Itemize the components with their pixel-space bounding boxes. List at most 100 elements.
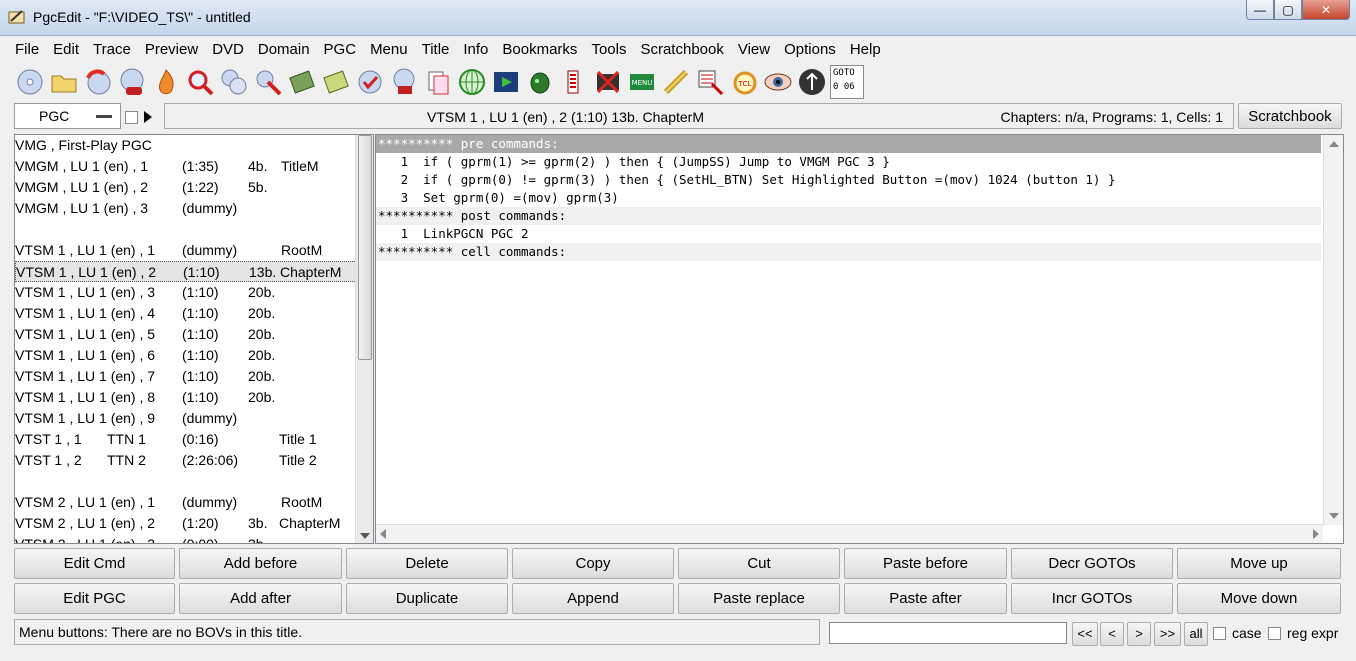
pgc-list-row[interactable]: VTSM 1 , LU 1 (en) , 6 (1:10) 20b. [15,345,373,366]
minimize-button[interactable]: — [1246,0,1274,20]
decr-gotos-button[interactable]: Decr GOTOs [1011,548,1173,579]
cut-button[interactable]: Cut [678,548,840,579]
move-up-button[interactable]: Move up [1177,548,1341,579]
toggle-checkbox[interactable] [125,110,138,124]
pgc-list-row[interactable]: VTST 1 , 2 TTN 2 (2:26:06) Title 2 [15,450,373,471]
command-line[interactable]: 1 if ( gprm(1) >= gprm(2) ) then { (Jump… [376,153,1321,171]
new-disc-icon[interactable] [116,66,148,98]
menu-help[interactable]: Help [843,41,888,58]
command-line[interactable]: 2 if ( gprm(0) != gprm(3) ) then { (SetH… [376,171,1321,189]
case-option[interactable]: case [1213,625,1262,641]
last-match-button[interactable]: >> [1154,622,1181,646]
paste-before-button[interactable]: Paste before [844,548,1007,579]
pgc-list-row[interactable]: VMGM , LU 1 (en) , 3 (dummy) [15,198,373,219]
list-icon[interactable] [558,66,590,98]
multi-disc-icon[interactable] [218,66,250,98]
pgc-list-row[interactable]: VTSM 1 , LU 1 (en) , 4 (1:10) 20b. [15,303,373,324]
pgc-list-row[interactable]: VTSM 1 , LU 1 (en) , 7 (1:10) 20b. [15,366,373,387]
pgc-list[interactable]: VMG , First-Play PGC VMGM , LU 1 (en) , 1… [14,134,374,544]
regex-option[interactable]: reg expr [1268,625,1338,641]
paste-replace-button[interactable]: Paste replace [678,583,840,614]
menu-bookmarks[interactable]: Bookmarks [495,41,584,58]
eye-icon[interactable] [762,66,794,98]
regex-checkbox[interactable] [1268,626,1281,640]
scroll-left-icon[interactable] [380,529,386,539]
add-before-button[interactable]: Add before [179,548,342,579]
menu-icon[interactable]: MENU [626,66,658,98]
undo-disc-icon[interactable] [82,66,114,98]
goto-indicator[interactable]: GOTO 0 06 [830,65,864,99]
menu-file[interactable]: File [8,41,46,58]
pgc-list-row[interactable]: VTSM 1 , LU 1 (en) , 8 (1:10) 20b. [15,387,373,408]
pgc-list-row[interactable]: VMG , First-Play PGC [15,135,373,156]
bug-icon[interactable] [524,66,556,98]
pgc-list-row[interactable]: VTSM 2 , LU 1 (en) , 2 (1:20) 3b. ChapterM [15,513,373,534]
copy-button[interactable]: Copy [512,548,674,579]
jump-icon[interactable] [796,66,828,98]
prev-match-button[interactable]: < [1100,622,1124,646]
command-section-header[interactable]: ********** post commands: [376,207,1321,225]
menu-options[interactable]: Options [777,41,843,58]
copy-icon[interactable] [422,66,454,98]
pgc-list-row[interactable]: VTSM 2 , LU 1 (en) , 3 (0:00) 3b. [15,534,373,543]
add-after-button[interactable]: Add after [179,583,342,614]
menu-trace[interactable]: Trace [86,41,138,58]
play-film-icon[interactable] [490,66,522,98]
command-section-header[interactable]: ********** cell commands: [376,243,1321,261]
scroll-down-icon[interactable] [1329,513,1339,519]
scroll-right-icon[interactable] [1313,529,1319,539]
command-pane[interactable]: ********** pre commands: 1 if ( gprm(1) … [375,134,1344,544]
menu-edit[interactable]: Edit [46,41,86,58]
incr-gotos-button[interactable]: Incr GOTOs [1011,583,1173,614]
pgc-select[interactable]: PGC [14,103,121,129]
search-input[interactable] [829,622,1067,644]
move-down-button[interactable]: Move down [1177,583,1341,614]
pgc-list-row[interactable]: VTSM 1 , LU 1 (en) , 9 (dummy) [15,408,373,429]
case-checkbox[interactable] [1213,626,1226,640]
disc-count-icon[interactable] [388,66,420,98]
zoom-icon[interactable] [184,66,216,98]
globe-icon[interactable] [456,66,488,98]
duplicate-button[interactable]: Duplicate [346,583,508,614]
pgc-list-row[interactable]: VMGM , LU 1 (en) , 2 (1:22) 5b. [15,177,373,198]
menu-title[interactable]: Title [415,41,457,58]
menu-scratchbook[interactable]: Scratchbook [633,41,730,58]
pgc-list-row[interactable]: VTSM 2 , LU 1 (en) , 1 (dummy) RootM [15,492,373,513]
command-pane-vscrollbar[interactable] [1323,135,1343,525]
pgc-list-row[interactable] [15,471,373,492]
menu-preview[interactable]: Preview [138,41,205,58]
menu-menu[interactable]: Menu [363,41,415,58]
pgc-list-scrollbar[interactable] [355,135,373,543]
maximize-button[interactable]: ▢ [1274,0,1302,20]
command-pane-hscrollbar[interactable] [376,524,1323,543]
menu-dvd[interactable]: DVD [205,41,251,58]
paste-after-button[interactable]: Paste after [844,583,1007,614]
pgc-list-row[interactable] [15,219,373,240]
tcl-icon[interactable]: TCL [728,66,760,98]
money-icon[interactable] [286,66,318,98]
scroll-down-icon[interactable] [360,533,370,539]
edit-pgc-button[interactable]: Edit PGC [14,583,175,614]
delete-button[interactable]: Delete [346,548,508,579]
command-line[interactable]: 3 Set gprm(0) =(mov) gprm(3) [376,189,1321,207]
pgc-list-row[interactable]: VMGM , LU 1 (en) , 1 (1:35) 4b. TitleM [15,156,373,177]
chain-icon[interactable] [660,66,692,98]
calc-icon[interactable] [694,66,726,98]
menu-domain[interactable]: Domain [251,41,317,58]
check-disc-icon[interactable] [354,66,386,98]
command-section-header[interactable]: ********** pre commands: [376,135,1321,153]
menu-info[interactable]: Info [456,41,495,58]
close-button[interactable]: ✕ [1302,0,1350,20]
append-button[interactable]: Append [512,583,674,614]
disc-icon[interactable] [14,66,46,98]
pgc-list-row[interactable]: VTSM 1 , LU 1 (en) , 5 (1:10) 20b. [15,324,373,345]
flame-icon[interactable] [150,66,182,98]
pgc-list-row[interactable]: VTSM 1 , LU 1 (en) , 1 (dummy) RootM [15,240,373,261]
play-arrow-icon[interactable] [144,111,152,123]
pgc-list-row[interactable]: VTSM 1 , LU 1 (en) , 2 (1:10) 13b. ChapterM [15,261,373,282]
all-matches-button[interactable]: all [1184,622,1208,646]
scroll-up-icon[interactable] [1329,141,1339,147]
open-folder-icon[interactable] [48,66,80,98]
scratchbook-button[interactable]: Scratchbook [1238,103,1342,129]
film-x-icon[interactable] [592,66,624,98]
